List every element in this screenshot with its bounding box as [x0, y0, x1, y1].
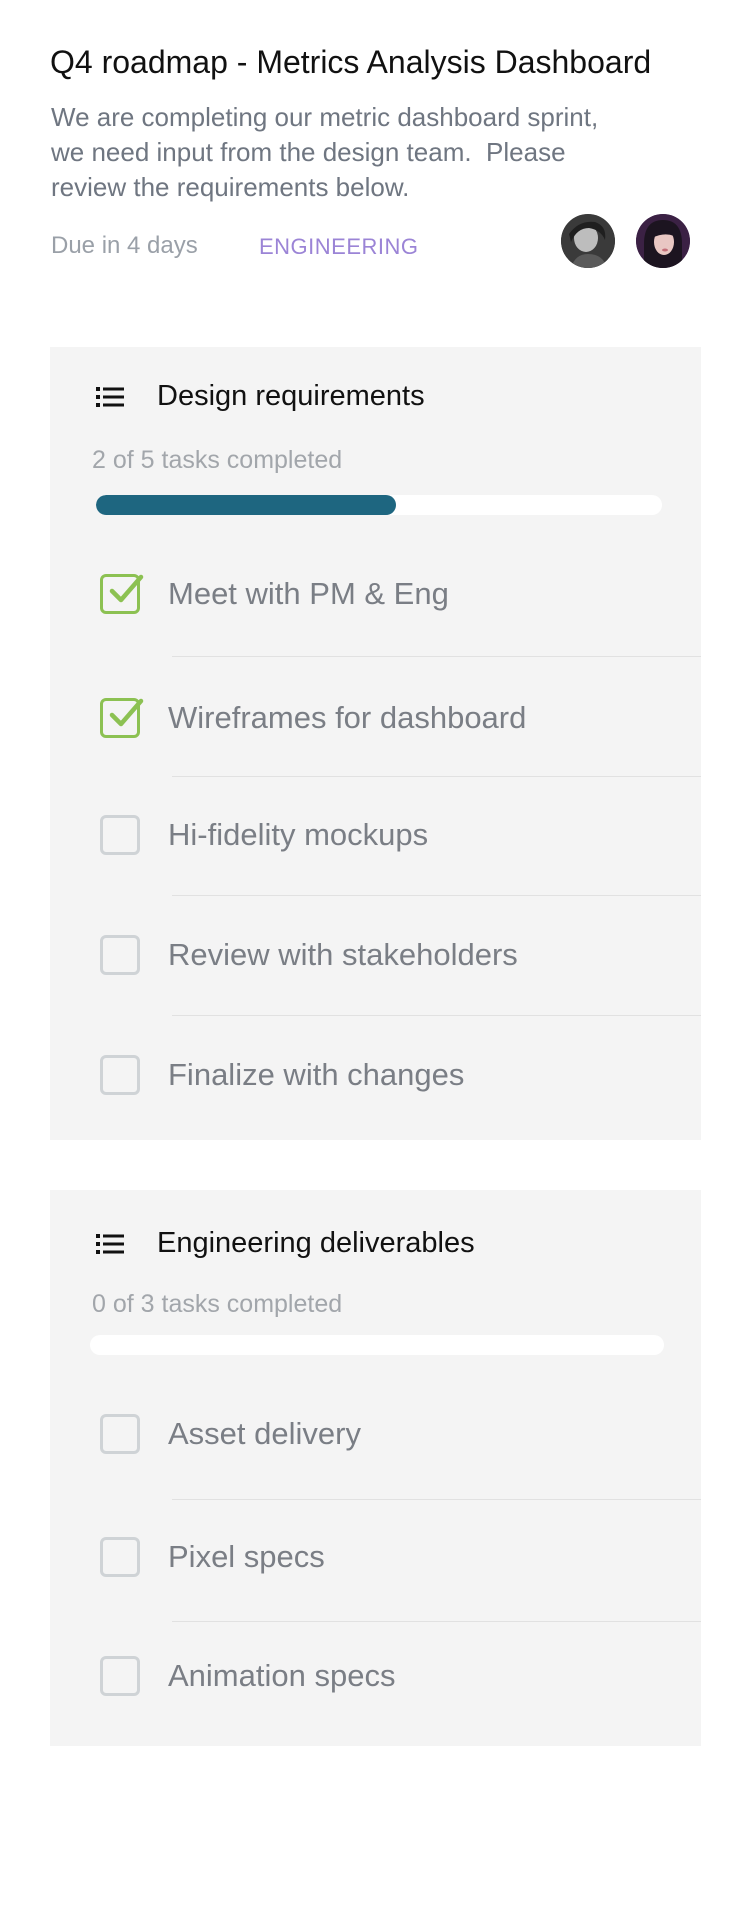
category-tag[interactable]: ENGINEERING	[259, 234, 419, 260]
progress-text: 0 of 3 tasks completed	[92, 1290, 343, 1318]
progress-text: 2 of 5 tasks completed	[92, 446, 343, 474]
task-label: Animation specs	[168, 1658, 396, 1693]
avatar[interactable]	[636, 214, 690, 268]
task-page: Q4 roadmap - Metrics Analysis Dashboard …	[0, 0, 750, 1929]
task-checkbox[interactable]	[100, 574, 144, 614]
divider	[172, 776, 701, 777]
divider	[172, 1499, 701, 1500]
task-label: Hi-fidelity mockups	[168, 817, 429, 852]
section-header: Engineering deliverables	[96, 1227, 475, 1260]
progress-fill	[96, 495, 396, 515]
divider	[172, 1015, 701, 1016]
task-checkbox[interactable]	[100, 935, 140, 975]
section-title: Engineering deliverables	[157, 1227, 475, 1259]
task-label: Meet with PM & Eng	[168, 576, 449, 611]
task-checkbox[interactable]	[100, 815, 140, 855]
description-line: we need input from the design team. Plea…	[51, 137, 566, 167]
section-design-requirements: Design requirements 2 of 5 tasks complet…	[50, 347, 701, 1140]
divider	[172, 1621, 701, 1622]
task-label: Review with stakeholders	[168, 937, 518, 972]
task-checkbox[interactable]	[100, 698, 144, 738]
task-checkbox[interactable]	[100, 1656, 140, 1696]
task-checkbox[interactable]	[100, 1055, 140, 1095]
task-label: Asset delivery	[168, 1416, 361, 1451]
task-label: Wireframes for dashboard	[168, 700, 527, 735]
task-item[interactable]: Pixel specs	[50, 1520, 701, 1590]
description-line: review the requirements below.	[51, 172, 410, 202]
checkmark-icon	[109, 574, 144, 603]
section-header: Design requirements	[96, 380, 425, 413]
due-date: Due in 4 days	[51, 232, 198, 259]
avatar[interactable]	[561, 214, 615, 268]
checkmark-icon	[109, 698, 144, 727]
task-item[interactable]: Asset delivery	[50, 1397, 701, 1467]
divider	[172, 656, 701, 657]
task-item[interactable]: Meet with PM & Eng	[50, 557, 701, 627]
task-item[interactable]: Hi-fidelity mockups	[50, 798, 701, 868]
list-icon	[96, 1233, 124, 1255]
task-label: Pixel specs	[168, 1539, 325, 1574]
task-item[interactable]: Animation specs	[50, 1639, 701, 1709]
task-item[interactable]: Review with stakeholders	[50, 918, 701, 988]
page-description: We are completing our metric dashboard s…	[51, 100, 671, 205]
task-checkbox[interactable]	[100, 1414, 140, 1454]
task-label: Finalize with changes	[168, 1057, 465, 1092]
section-title: Design requirements	[157, 380, 425, 412]
task-item[interactable]: Wireframes for dashboard	[50, 681, 701, 751]
progress-bar	[96, 495, 662, 515]
avatar-image	[636, 214, 690, 268]
section-engineering-deliverables: Engineering deliverables 0 of 3 tasks co…	[50, 1190, 701, 1746]
task-item[interactable]: Finalize with changes	[50, 1038, 701, 1108]
list-icon	[96, 386, 124, 408]
description-line: We are completing our metric dashboard s…	[51, 102, 599, 132]
progress-bar	[90, 1335, 664, 1355]
divider	[172, 895, 701, 896]
task-checkbox[interactable]	[100, 1537, 140, 1577]
page-title: Q4 roadmap - Metrics Analysis Dashboard	[50, 44, 652, 80]
avatar-image	[561, 214, 615, 268]
